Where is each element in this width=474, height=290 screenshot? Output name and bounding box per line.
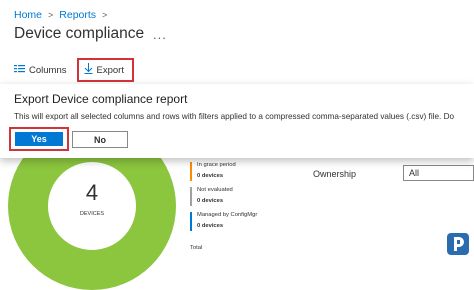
more-options-icon[interactable]: ... [153,27,167,42]
chevron-right-icon: > [48,10,54,20]
legend-item-count: 0 devices [197,198,224,204]
export-label: Export [96,64,124,76]
breadcrumb: Home > Reports > [14,9,113,21]
breadcrumb-home[interactable]: Home [14,9,42,21]
download-icon [84,63,93,77]
device-count: 4 [85,180,99,205]
yes-button-highlight: Yes [9,127,69,151]
chevron-right-icon: > [102,10,108,20]
toolbar: Columns Export [14,58,134,82]
breadcrumb-reports[interactable]: Reports [59,9,96,21]
legend-item-label: Not evaluated [197,187,233,193]
ownership-value: All [409,168,420,178]
legend-item-label: Managed by ConfigMgr [197,212,258,218]
dialog-title: Export Device compliance report [14,92,188,106]
legend-item-count: 0 devices [197,223,224,229]
legend-item-label: In grace period [197,162,236,168]
no-button[interactable]: No [72,131,128,148]
donut-center: 4 DEVICES [48,162,136,250]
legend-color-bar [190,212,192,231]
legend-item-count: 0 devices [197,173,224,179]
yes-button[interactable]: Yes [15,132,63,146]
ownership-dropdown[interactable]: All [403,165,474,181]
dialog-message: This will export all selected columns an… [14,112,455,121]
legend-total-label: Total [190,245,203,251]
export-button[interactable]: Export [76,58,134,82]
page-title: Device compliance [14,25,145,42]
device-count-label: DEVICES [79,211,105,217]
legend-color-bar [190,187,192,206]
columns-icon [14,64,25,76]
site-logo-icon [447,233,469,255]
legend-color-bar [190,162,192,181]
columns-label: Columns [29,64,67,76]
export-dialog: Export Device compliance report This wil… [0,84,474,158]
ownership-label: Ownership [313,169,357,179]
columns-button[interactable]: Columns [14,59,67,81]
